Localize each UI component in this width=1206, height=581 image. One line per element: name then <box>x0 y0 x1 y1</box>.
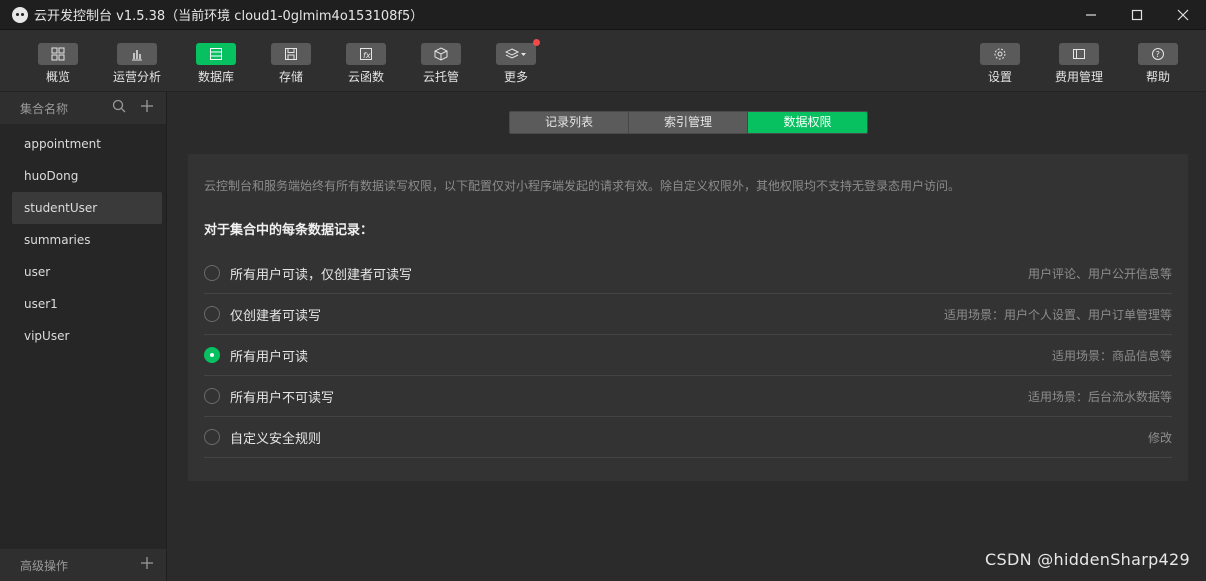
advanced-operations-bar[interactable]: 高级操作 <box>0 549 166 581</box>
cube-icon <box>434 47 448 61</box>
permission-option[interactable]: 仅创建者可读写 适用场景：用户个人设置、用户订单管理等 <box>204 294 1172 335</box>
save-icon <box>285 48 297 60</box>
collection-item-selected[interactable]: studentUser <box>12 192 162 224</box>
collection-list: appointment huoDong studentUser summarie… <box>0 128 166 352</box>
tool-settings[interactable]: 设置 <box>965 43 1035 85</box>
radio-button[interactable] <box>204 429 220 445</box>
option-hint: 用户评论、用户公开信息等 <box>1027 266 1172 281</box>
option-label: 仅创建者可读写 <box>230 308 322 324</box>
permission-options: 所有用户可读，仅创建者可读写 用户评论、用户公开信息等 仅创建者可读写 适用场景… <box>204 253 1172 458</box>
layers-icon <box>505 48 526 59</box>
section-title: 对于集合中的每条数据记录： <box>204 223 374 238</box>
tab-permissions[interactable]: 数据权限 <box>748 112 867 133</box>
add-icon[interactable] <box>140 556 154 570</box>
radio-button[interactable] <box>204 388 220 404</box>
tab-indexes[interactable]: 索引管理 <box>629 112 748 133</box>
sidebar-header-label: 集合名称 <box>20 101 69 116</box>
add-collection-icon[interactable] <box>140 99 154 113</box>
svg-text:fx: fx <box>363 51 371 60</box>
main-content: 记录列表 索引管理 数据权限 云控制台和服务端始终有所有数据读写权限，以下配置仅… <box>168 92 1206 581</box>
function-icon: fx <box>360 48 372 60</box>
permission-option[interactable]: 所有用户可读，仅创建者可读写 用户评论、用户公开信息等 <box>204 253 1172 294</box>
collection-item[interactable]: summaries <box>12 224 162 256</box>
option-label: 所有用户可读，仅创建者可读写 <box>230 267 413 283</box>
permissions-panel: 云控制台和服务端始终有所有数据读写权限，以下配置仅对小程序端发起的请求有效。除自… <box>188 154 1188 481</box>
radio-button-checked[interactable] <box>204 347 220 363</box>
option-hint: 适用场景：用户个人设置、用户订单管理等 <box>943 307 1172 322</box>
tool-more[interactable]: 更多 <box>481 39 551 85</box>
option-label: 所有用户可读 <box>230 349 309 365</box>
option-hint: 适用场景：后台流水数据等 <box>1027 389 1172 404</box>
wechat-logo-icon <box>12 6 28 23</box>
tool-billing[interactable]: 费用管理 <box>1044 43 1114 85</box>
tool-analytics[interactable]: 运营分析 <box>102 43 172 85</box>
notification-badge <box>533 39 540 46</box>
tab-records[interactable]: 记录列表 <box>510 112 629 133</box>
radio-button[interactable] <box>204 306 220 322</box>
option-hint: 适用场景：商品信息等 <box>1051 348 1172 363</box>
tool-database[interactable]: 数据库 <box>181 43 251 85</box>
permissions-notice: 云控制台和服务端始终有所有数据读写权限，以下配置仅对小程序端发起的请求有效。除自… <box>204 179 961 193</box>
collection-item[interactable]: user <box>12 256 162 288</box>
option-label: 所有用户不可读写 <box>230 390 335 406</box>
help-icon: ? <box>1152 48 1164 60</box>
tool-storage[interactable]: 存储 <box>256 43 326 85</box>
tool-cloud-functions[interactable]: fx 云函数 <box>331 43 401 85</box>
maximize-button[interactable] <box>1114 0 1160 30</box>
permission-option[interactable]: 所有用户不可读写 适用场景：后台流水数据等 <box>204 376 1172 417</box>
collection-item[interactable]: appointment <box>12 128 162 160</box>
grid-icon <box>51 47 65 61</box>
advanced-operations-label: 高级操作 <box>20 558 69 573</box>
window-title: 云开发控制台 v1.5.38（当前环境 cloud1-0glmim4o15310… <box>34 9 424 24</box>
sidebar-header: 集合名称 <box>0 92 166 124</box>
maximize-icon <box>1131 9 1143 21</box>
database-icon <box>210 48 222 60</box>
gear-icon <box>994 48 1006 60</box>
minimize-button[interactable] <box>1068 0 1114 30</box>
collection-sidebar: 集合名称 appointment huoDong studentUser sum… <box>0 92 167 581</box>
permission-option-selected[interactable]: 所有用户可读 适用场景：商品信息等 <box>204 335 1172 376</box>
tool-overview[interactable]: 概览 <box>23 43 93 85</box>
window-controls <box>1068 0 1206 30</box>
svg-text:?: ? <box>1156 50 1160 59</box>
minimize-icon <box>1086 14 1096 16</box>
collection-item[interactable]: vipUser <box>12 320 162 352</box>
edit-rules-link[interactable]: 修改 <box>1148 429 1172 446</box>
tab-bar: 记录列表 索引管理 数据权限 <box>509 111 868 134</box>
toolbar: 概览 运营分析 数据库 存储 fx 云函数 云托管 更多 设置 费用管理 ? 帮… <box>0 30 1206 92</box>
watermark: CSDN @hiddenSharp429 <box>985 550 1190 569</box>
tool-help[interactable]: ? 帮助 <box>1123 43 1193 85</box>
search-icon[interactable] <box>112 99 126 113</box>
option-label: 自定义安全规则 <box>230 431 322 447</box>
billing-icon <box>1073 49 1085 59</box>
close-icon <box>1177 9 1189 21</box>
collection-item[interactable]: huoDong <box>12 160 162 192</box>
close-button[interactable] <box>1160 0 1206 30</box>
permission-option[interactable]: 自定义安全规则 修改 <box>204 417 1172 458</box>
bar-chart-icon <box>132 50 142 61</box>
tool-cloud-hosting[interactable]: 云托管 <box>406 43 476 85</box>
radio-button[interactable] <box>204 265 220 281</box>
title-bar: 云开发控制台 v1.5.38（当前环境 cloud1-0glmim4o15310… <box>0 0 1206 30</box>
collection-item[interactable]: user1 <box>12 288 162 320</box>
